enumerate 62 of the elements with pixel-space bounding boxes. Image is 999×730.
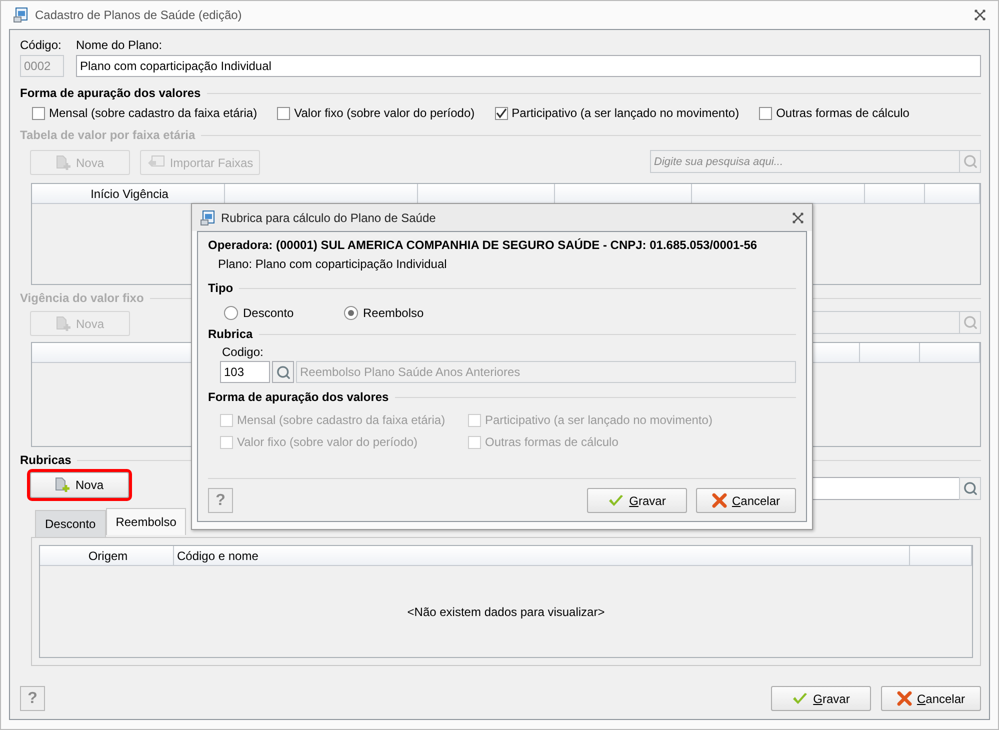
search-button[interactable] xyxy=(959,477,981,500)
section-title: Forma de apuração dos valores xyxy=(208,390,389,404)
radio-label: Desconto xyxy=(243,306,294,320)
checkbox[interactable] xyxy=(32,106,45,120)
search-icon xyxy=(962,481,978,496)
checkbox-label: Outras formas de cálculo xyxy=(485,435,618,449)
checkbox[interactable] xyxy=(759,106,772,120)
window-title: Cadastro de Planos de Saúde (edição) xyxy=(35,8,243,22)
checkbox-label: Participativo (a ser lançado no movimento) xyxy=(485,413,712,427)
checkbox-label: Participativo (a ser lançado no movimento) xyxy=(512,106,740,120)
code-label: Código: xyxy=(20,38,62,52)
checkbox-label: Outras formas de cálculo xyxy=(776,106,910,120)
search-icon xyxy=(962,315,978,330)
save-button[interactable]: Gravar xyxy=(771,686,871,711)
check-icon xyxy=(608,494,624,508)
close-icon[interactable] xyxy=(792,212,804,224)
new-button[interactable]: Nova xyxy=(30,472,129,498)
new-document-icon xyxy=(55,477,70,493)
code-field[interactable]: 103 xyxy=(220,361,270,383)
checkbox[interactable] xyxy=(494,106,508,120)
cancel-button[interactable]: Cancelar xyxy=(696,488,796,513)
section-title: Vigência do valor fixo xyxy=(20,291,144,305)
radio-button[interactable] xyxy=(224,306,238,320)
section-title: Tipo xyxy=(208,281,234,295)
tab[interactable]: Desconto xyxy=(35,510,106,537)
checkbox-label: Mensal (sobre cadastro da faixa etária) xyxy=(49,106,258,120)
section-title: Rubricas xyxy=(20,453,72,467)
save-button[interactable]: Gravar xyxy=(587,488,687,513)
checkbox-label: Valor fixo (sobre valor do período) xyxy=(237,435,418,449)
checkbox[interactable] xyxy=(277,106,290,120)
app-icon xyxy=(200,210,216,226)
tab[interactable]: Reembolso xyxy=(106,508,186,535)
check-icon xyxy=(792,692,808,706)
search-button[interactable] xyxy=(959,150,981,173)
dialog-title: Rubrica para cálculo do Plano de Saúde xyxy=(221,210,437,224)
name-field[interactable]: Plano com coparticipação Individual xyxy=(76,55,981,77)
section-title: Rubrica xyxy=(208,327,253,341)
search-icon xyxy=(962,154,978,169)
search-button[interactable] xyxy=(959,311,981,334)
search-button[interactable] xyxy=(272,361,294,383)
app-icon xyxy=(13,7,29,23)
radio-label: Reembolso xyxy=(363,306,424,320)
empty-message: <Não existem dados para visualizar> xyxy=(407,604,605,618)
checkmark-icon xyxy=(496,108,507,118)
close-icon[interactable] xyxy=(974,9,986,21)
column-header: Origem xyxy=(40,546,174,565)
search-icon xyxy=(276,364,290,380)
column-header: Código e nome xyxy=(174,546,910,565)
cancel-button[interactable]: Cancelar xyxy=(881,686,981,711)
checkbox-label: Valor fixo (sobre valor do período) xyxy=(294,106,475,120)
plan-text: Plano: Plano com coparticipação Individual xyxy=(218,257,448,271)
x-icon xyxy=(896,691,912,706)
new-document-icon xyxy=(56,316,71,332)
section-title: Forma de apuração dos valores xyxy=(20,86,201,100)
name-label: Nome do Plano: xyxy=(76,38,164,52)
operator-text: Operadora: (00001) SUL AMERICA COMPANHIA DE SEGURO SAÚDE - CNPJ: 01.685.053/0001-56 xyxy=(208,238,758,252)
code-label: Codigo: xyxy=(222,345,264,359)
checkbox-label: Mensal (sobre cadastro da faixa etária) xyxy=(237,413,446,427)
section-title: Tabela de valor por faixa etária xyxy=(20,128,196,142)
new-document-icon xyxy=(56,154,71,170)
x-icon xyxy=(712,493,727,508)
radio-button[interactable] xyxy=(344,306,358,320)
